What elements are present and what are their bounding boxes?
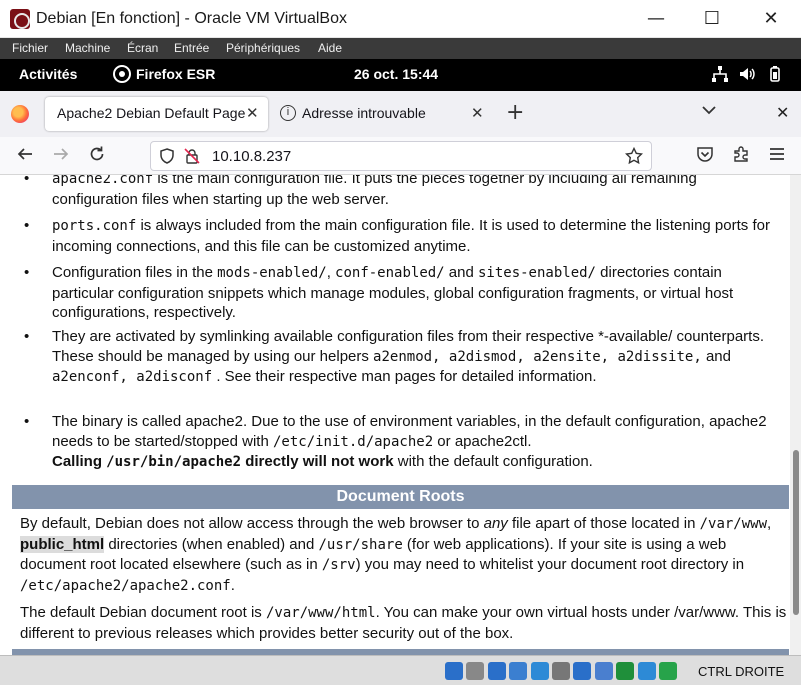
menu-ecran[interactable]: Écran [127,41,158,55]
tab-label: Adresse introuvable [302,105,426,121]
cpu-icon[interactable] [637,662,656,680]
extensions-icon[interactable] [730,145,752,167]
close-firefox-button[interactable]: ✕ [776,103,789,122]
pocket-icon[interactable] [694,145,716,167]
insecure-lock-icon[interactable] [184,148,200,168]
minimize-button[interactable]: — [634,4,678,34]
tracking-protection-icon[interactable] [159,148,175,168]
default-root-paragraph: The default Debian document root is /var… [20,604,787,642]
section-heading-document-roots: Document Roots [12,485,789,509]
close-tab-icon[interactable]: ✕ [471,104,484,122]
document-roots-paragraph: By default, Debian does not allow access… [20,515,772,594]
back-button[interactable] [14,145,36,167]
list-item: • They are activated by symlinking availa… [24,328,765,385]
usb-icon[interactable] [530,662,549,680]
firefox-app-icon [113,65,131,85]
optical-drive-icon[interactable] [466,662,485,680]
virtualbox-menubar: Fichier Machine Écran Entrée Périphériqu… [0,38,801,59]
firefox-view-icon[interactable] [11,105,29,123]
virtualbox-statusbar: CTRL DROITE [0,655,801,685]
menu-fichier[interactable]: Fichier [12,41,48,55]
address-bar[interactable]: 10.10.8.237 [150,141,652,171]
window-title: Debian [En fonction] - Oracle VM Virtual… [36,10,347,27]
menu-entree[interactable]: Entrée [174,41,209,55]
list-item: • apache2.conf is the main configuration … [24,175,697,208]
window-titlebar: Debian [En fonction] - Oracle VM Virtual… [0,0,801,38]
app-menu[interactable]: Firefox ESR [136,66,215,82]
menu-peripheriques[interactable]: Périphériques [226,41,300,55]
network-icon[interactable] [711,65,729,85]
display-icon[interactable] [573,662,592,680]
reload-button[interactable] [86,145,108,167]
navigation-toolbar: 10.10.8.237 [0,137,801,175]
video-capture-icon[interactable] [594,662,613,680]
tab-strip: Apache2 Debian Default Page ✕ i Adresse … [0,91,801,137]
hamburger-menu-icon[interactable] [766,145,788,167]
device-indicators [445,662,680,680]
close-tab-icon[interactable]: ✕ [246,104,259,122]
list-tabs-button[interactable] [700,101,718,124]
info-icon: i [280,105,296,121]
activities-button[interactable]: Activités [19,66,77,82]
scrollbar-thumb[interactable] [793,450,799,615]
menu-aide[interactable]: Aide [318,41,342,55]
forward-button[interactable] [50,145,72,167]
tab-adresse-introuvable[interactable]: i Adresse introuvable ✕ [272,97,495,131]
highlighted-text: public_html [20,535,105,553]
close-window-button[interactable]: ✕ [749,4,793,34]
hard-disk-icon[interactable] [445,662,463,680]
virtualbox-logo-icon [10,9,30,29]
host-key-label: CTRL DROITE [698,664,785,679]
new-tab-button[interactable]: + [506,100,524,125]
web-page-content: • apache2.conf is the main configuration … [0,175,790,655]
volume-icon[interactable] [738,65,756,85]
list-item: • The binary is called apache2. Due to th… [24,413,767,470]
list-item: • Configuration files in the mods-enabled… [24,264,734,321]
clock[interactable]: 26 oct. 15:44 [354,66,438,82]
tab-apache-default-page[interactable]: Apache2 Debian Default Page ✕ [45,97,268,131]
network-adapter-icon[interactable] [509,662,528,680]
list-item: • ports.conf is always included from the … [24,217,770,255]
url-text[interactable]: 10.10.8.237 [212,148,291,165]
gnome-topbar: Activités Firefox ESR 26 oct. 15:44 [0,59,801,91]
maximize-button[interactable]: ☐ [690,4,734,34]
guest-additions-icon[interactable] [616,662,635,680]
shared-folders-icon[interactable] [551,662,570,680]
battery-icon[interactable] [766,65,784,85]
tab-label: Apache2 Debian Default Page [57,105,246,121]
page-scrollbar[interactable] [790,175,801,655]
mouse-integration-icon[interactable] [658,662,677,680]
audio-icon[interactable] [487,662,506,680]
bookmark-star-icon[interactable] [624,146,644,169]
menu-machine[interactable]: Machine [65,41,110,55]
